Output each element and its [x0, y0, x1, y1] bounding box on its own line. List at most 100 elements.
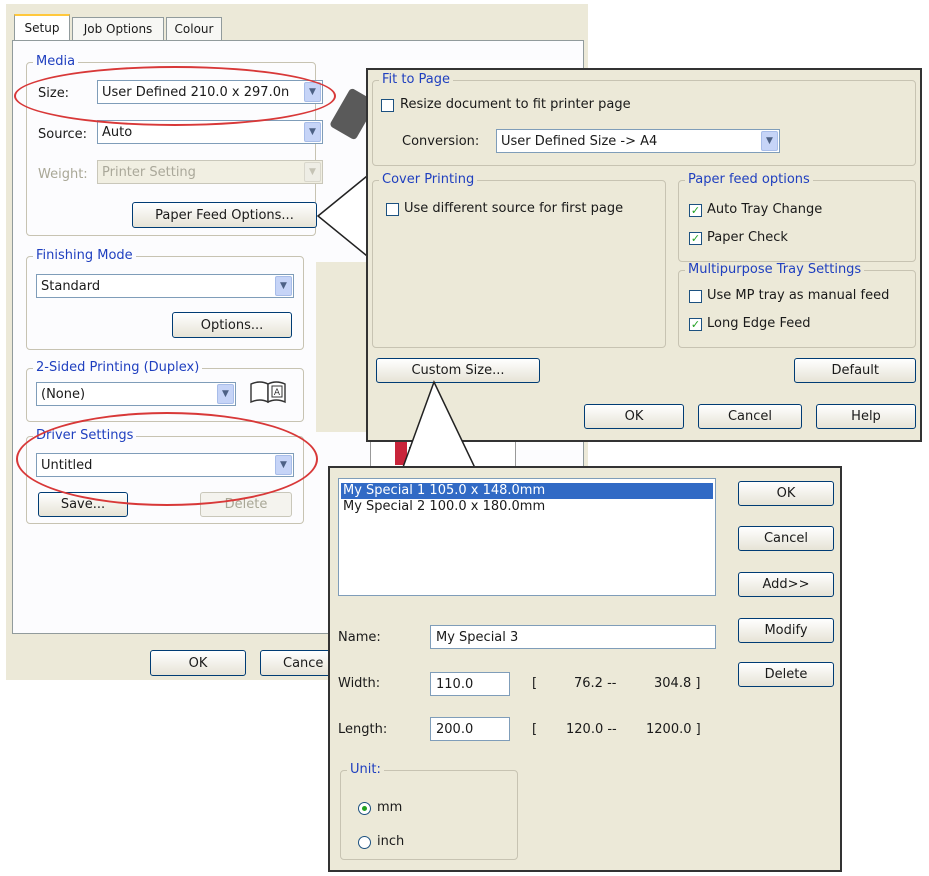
paper-feed-options-button-label: Paper Feed Options...: [155, 207, 294, 223]
custom-delete-button-label: Delete: [764, 667, 808, 682]
tab-setup-label: Setup: [24, 21, 60, 35]
weight-label: Weight:: [38, 167, 88, 182]
finishing-mode-label: Finishing Mode: [33, 248, 136, 263]
size-label: Size:: [38, 86, 70, 101]
main-cancel-button-label: Cance: [283, 655, 324, 671]
width-field[interactable]: 110.0: [430, 672, 510, 696]
media-group-label: Media: [33, 54, 79, 69]
main-ok-button-label: OK: [188, 655, 208, 671]
svg-text:A: A: [274, 388, 281, 398]
auto-tray-change-label: Auto Tray Change: [707, 202, 823, 217]
conversion-combo[interactable]: User Defined Size -> A4 ▼: [496, 129, 780, 153]
tab-colour[interactable]: Colour: [166, 17, 222, 40]
duplex-label: 2-Sided Printing (Duplex): [33, 360, 203, 375]
cover-printing-label: Cover Printing: [379, 172, 478, 187]
chevron-down-icon[interactable]: ▼: [275, 276, 292, 296]
custom-cancel-button-label: Cancel: [763, 531, 809, 546]
mp-manual-feed-label: Use MP tray as manual feed: [707, 288, 890, 303]
chevron-down-icon[interactable]: ▼: [761, 131, 778, 151]
mp-tray-settings-group: Multipurpose Tray Settings: [678, 262, 916, 348]
chevron-down-icon[interactable]: ▼: [304, 82, 321, 102]
length-range-open: [: [532, 722, 538, 737]
tab-job-options[interactable]: Job Options: [72, 17, 164, 40]
unit-mm-radio[interactable]: [358, 802, 371, 815]
auto-tray-change-checkbox[interactable]: ✓: [689, 204, 702, 217]
paper-feed-cancel-button[interactable]: Cancel: [698, 404, 802, 429]
paper-feed-options-button[interactable]: Paper Feed Options...: [132, 202, 317, 228]
source-label: Source:: [38, 127, 88, 142]
unit-label: Unit:: [347, 762, 384, 777]
paper-feed-cancel-button-label: Cancel: [727, 409, 773, 424]
unit-inch-label: inch: [377, 834, 405, 849]
size-combo-value: User Defined 210.0 x 297.0n: [102, 84, 290, 100]
weight-combo-value: Printer Setting: [102, 164, 196, 180]
add-button-label: Add>>: [762, 577, 810, 592]
list-item-label: My Special 2 100.0 x 180.0mm: [343, 499, 546, 514]
name-field-value: My Special 3: [436, 629, 519, 645]
save-button-label: Save...: [60, 497, 106, 512]
custom-delete-button[interactable]: Delete: [738, 662, 834, 687]
delete-driver-button[interactable]: Delete: [200, 492, 292, 517]
length-field-value: 200.0: [436, 721, 474, 737]
source-combo[interactable]: Auto ▼: [97, 120, 323, 144]
long-edge-feed-checkbox[interactable]: ✓: [689, 318, 702, 331]
tab-job-options-label: Job Options: [83, 22, 153, 36]
duplex-combo[interactable]: (None) ▼: [36, 382, 236, 406]
list-item[interactable]: My Special 1 105.0 x 148.0mm: [341, 483, 713, 499]
resize-document-label: Resize document to fit printer page: [400, 97, 631, 112]
paper-feed-ok-button-label: OK: [624, 409, 644, 424]
width-field-value: 110.0: [436, 676, 474, 692]
custom-size-list[interactable]: My Special 1 105.0 x 148.0mm My Special …: [338, 478, 716, 596]
width-range-max: 304.8 ]: [654, 676, 701, 691]
finishing-mode-combo[interactable]: Standard ▼: [36, 274, 294, 298]
unit-mm-label: mm: [377, 800, 403, 815]
size-combo[interactable]: User Defined 210.0 x 297.0n ▼: [97, 80, 323, 104]
add-button[interactable]: Add>>: [738, 572, 834, 597]
custom-cancel-button[interactable]: Cancel: [738, 526, 834, 551]
tab-colour-label: Colour: [174, 22, 214, 36]
weight-combo[interactable]: Printer Setting ▼: [97, 160, 323, 184]
modify-button-label: Modify: [764, 623, 808, 638]
callout-wedge-custom-size: [400, 380, 478, 471]
paper-feed-options-group: Paper feed options: [678, 172, 916, 262]
length-range-min: 120.0 --: [566, 722, 617, 737]
unit-inch-radio[interactable]: [358, 836, 371, 849]
paper-check-checkbox[interactable]: ✓: [689, 232, 702, 245]
paper-feed-help-button-label: Help: [851, 409, 881, 424]
finishing-mode-value: Standard: [41, 278, 101, 294]
book-icon: A: [248, 378, 288, 406]
different-source-checkbox[interactable]: [386, 203, 399, 216]
mp-manual-feed-checkbox[interactable]: [689, 290, 702, 303]
chevron-down-icon[interactable]: ▼: [275, 455, 292, 475]
paper-feed-ok-button[interactable]: OK: [584, 404, 684, 429]
paper-check-label: Paper Check: [707, 230, 788, 245]
length-field[interactable]: 200.0: [430, 717, 510, 741]
resize-document-checkbox[interactable]: [381, 99, 394, 112]
paper-feed-help-button[interactable]: Help: [816, 404, 916, 429]
name-label: Name:: [338, 630, 381, 645]
save-button[interactable]: Save...: [38, 492, 128, 517]
custom-ok-button[interactable]: OK: [738, 481, 834, 506]
source-combo-value: Auto: [102, 124, 133, 140]
main-ok-button[interactable]: OK: [150, 650, 246, 676]
conversion-value: User Defined Size -> A4: [501, 133, 658, 149]
fit-to-page-group: Fit to Page: [372, 72, 916, 166]
finishing-options-button[interactable]: Options...: [172, 312, 292, 338]
chevron-down-icon[interactable]: ▼: [217, 384, 234, 404]
width-range-open: [: [532, 676, 538, 691]
driver-settings-label: Driver Settings: [33, 428, 137, 443]
list-item[interactable]: My Special 2 100.0 x 180.0mm: [341, 499, 713, 515]
modify-button[interactable]: Modify: [738, 618, 834, 643]
chevron-down-icon[interactable]: ▼: [304, 122, 321, 142]
mp-tray-settings-label: Multipurpose Tray Settings: [685, 262, 865, 277]
duplex-value: (None): [41, 386, 86, 402]
width-range-min: 76.2 --: [574, 676, 617, 691]
driver-settings-combo[interactable]: Untitled ▼: [36, 453, 294, 477]
length-label: Length:: [338, 722, 388, 737]
delete-driver-button-label: Delete: [224, 497, 268, 512]
name-field[interactable]: My Special 3: [430, 625, 716, 649]
tab-setup[interactable]: Setup: [14, 14, 70, 40]
list-item-label: My Special 1 105.0 x 148.0mm: [343, 483, 546, 498]
default-button[interactable]: Default: [794, 358, 916, 383]
length-range-max: 1200.0 ]: [646, 722, 701, 737]
